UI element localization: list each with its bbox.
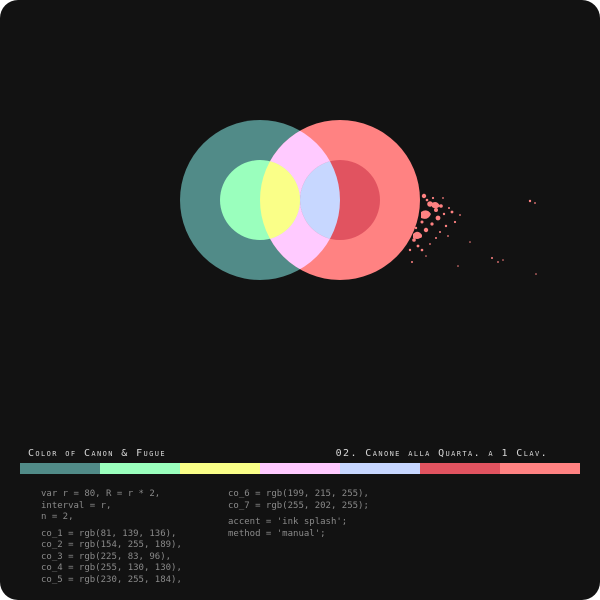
ink-speck <box>435 237 437 239</box>
ink-speck <box>411 261 413 263</box>
code-line: method = 'manual'; <box>228 528 326 539</box>
code-line: var r = 80, R = r * 2, <box>41 489 161 499</box>
artwork-frame: Color of Canon & Fugue 02. Canone alla Q… <box>0 0 600 600</box>
ink-speck <box>434 208 438 212</box>
ink-speck <box>420 248 424 252</box>
ink-speck <box>423 227 429 233</box>
palette-swatch <box>20 463 100 474</box>
ink-speck <box>427 201 433 207</box>
ink-splash <box>408 193 537 275</box>
ink-blob <box>432 202 440 209</box>
ink-speck <box>439 231 441 233</box>
code-line: co_2 = rgb(154, 255, 189), <box>41 540 182 550</box>
code-line: co_1 = rgb(81, 139, 136), <box>41 528 177 539</box>
ink-speck <box>435 215 441 221</box>
code-line: co_5 = rgb(230, 255, 184), <box>41 574 182 585</box>
ink-speck <box>448 207 450 209</box>
ink-speck <box>414 226 418 230</box>
code-line: n = 2, <box>41 512 74 522</box>
ink-speck <box>442 197 444 199</box>
ink-speck <box>430 222 434 226</box>
ink-speck <box>459 214 461 216</box>
palette-swatch <box>180 463 260 474</box>
code-line: co_6 = rgb(199, 215, 255), <box>228 489 369 499</box>
ink-speck <box>534 202 536 204</box>
ink-speck <box>416 244 420 248</box>
palette-bar <box>20 463 580 474</box>
ink-speck <box>535 273 537 275</box>
ink-speck <box>502 259 504 261</box>
ink-speck <box>450 210 454 214</box>
ink-speck <box>425 255 427 257</box>
venn-artwork <box>180 120 537 280</box>
ink-speck <box>453 220 457 224</box>
ink-speck <box>425 198 429 202</box>
palette-swatch <box>500 463 580 474</box>
ink-speck <box>444 224 448 228</box>
ink-blob <box>413 231 422 239</box>
ink-blob <box>421 210 431 219</box>
palette-swatch <box>260 463 340 474</box>
ink-speck <box>491 257 493 259</box>
code-block-right: co_6 = rgb(199, 215, 255), co_7 = rgb(255… <box>228 489 369 540</box>
palette-swatch <box>420 463 500 474</box>
code-line: co_3 = rgb(225, 83, 96), <box>41 551 172 562</box>
ink-speck <box>469 241 471 243</box>
code-block-left: var r = 80, R = r * 2, interval = r, n = 2… <box>41 489 182 586</box>
palette-swatch <box>340 463 420 474</box>
piece-title: Color of Canon & Fugue <box>28 448 166 459</box>
piece-subtitle: 02. Canone alla Quarta. a 1 Clav. <box>335 448 548 459</box>
palette-swatch <box>100 463 180 474</box>
ink-speck <box>442 212 446 216</box>
code-line: accent = 'ink splash'; <box>228 517 348 527</box>
code-line: co_4 = rgb(255, 130, 130), <box>41 563 182 573</box>
ink-speck <box>497 261 499 263</box>
ink-speck <box>420 220 424 224</box>
ink-speck <box>457 265 459 267</box>
ink-speck <box>431 196 435 200</box>
ink-speck <box>429 243 431 245</box>
code-line: co_7 = rgb(255, 202, 255); <box>228 500 369 511</box>
ink-speck <box>447 235 449 237</box>
ink-speck <box>421 193 427 199</box>
ink-speck <box>528 199 532 203</box>
code-line: interval = r, <box>41 500 112 511</box>
ink-speck <box>408 248 412 252</box>
